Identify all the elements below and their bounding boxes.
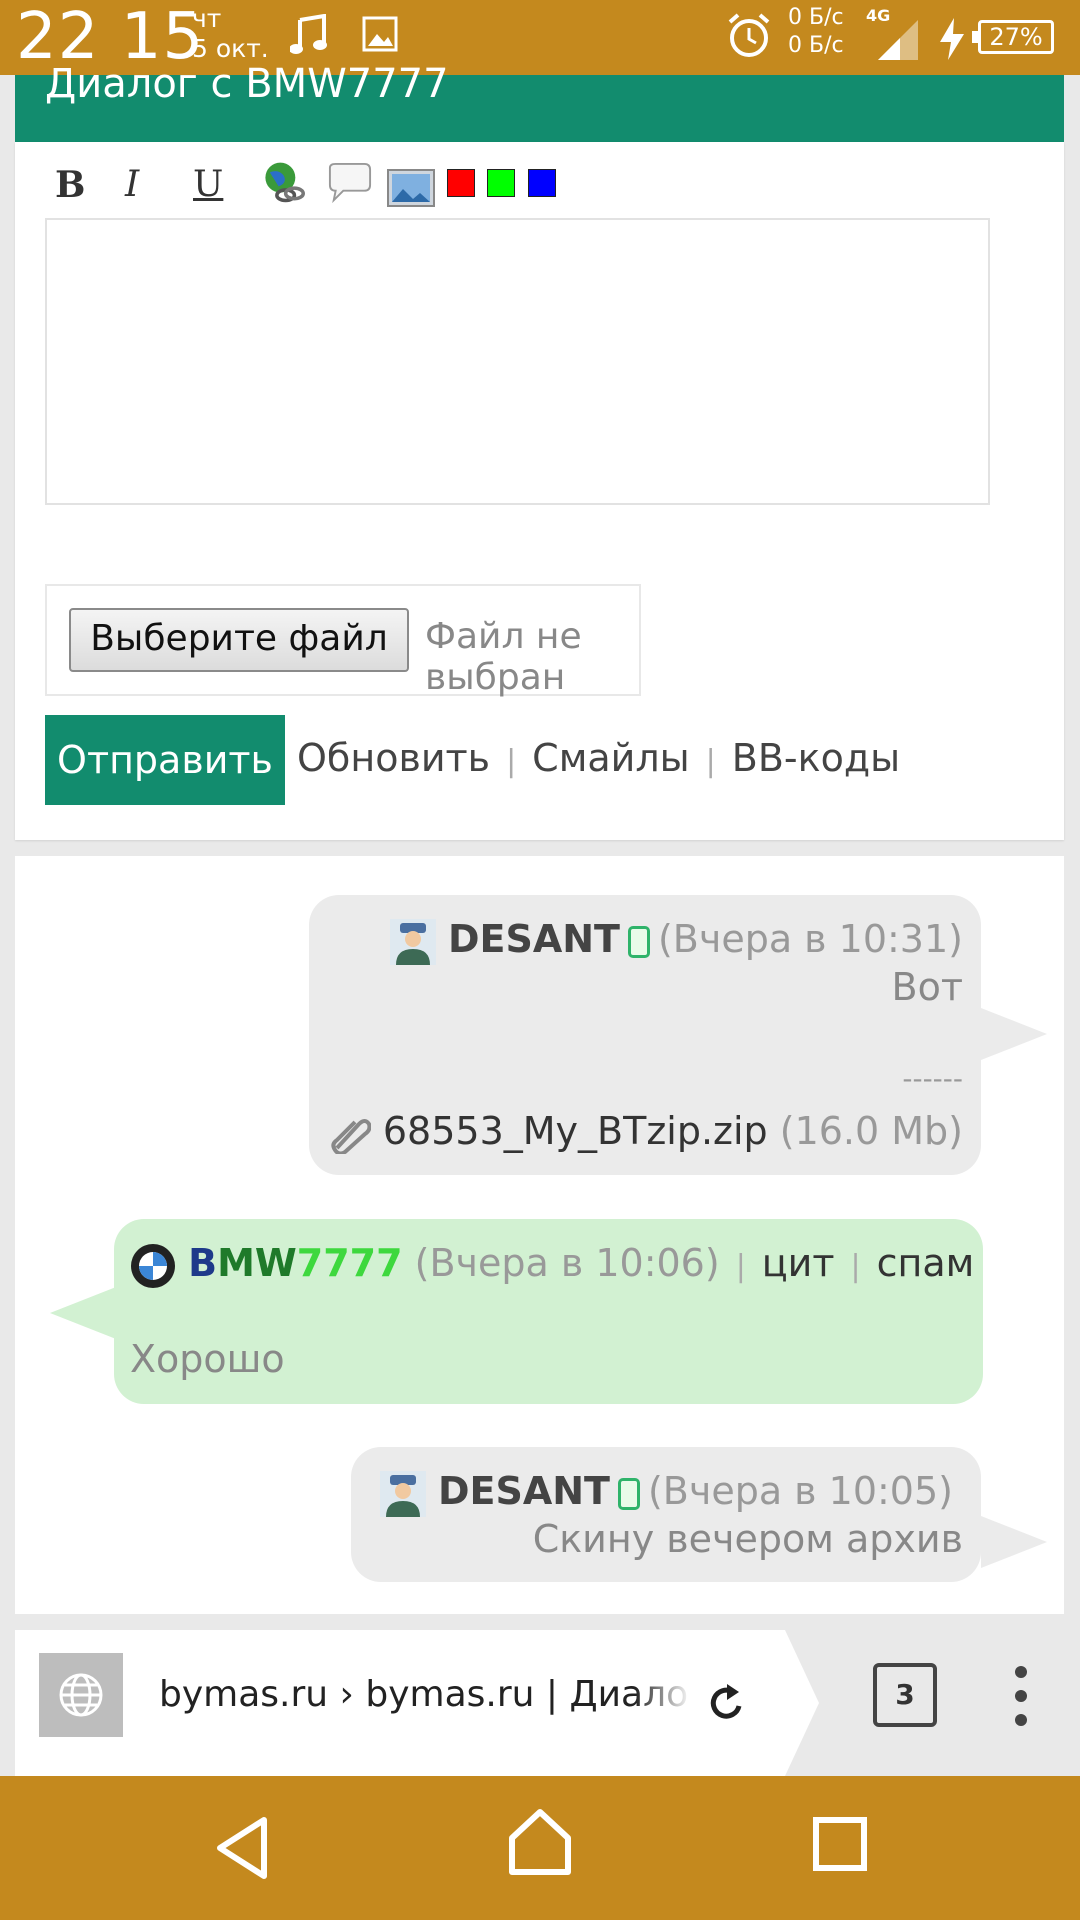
message-text: Скину вечером архив [532,1517,963,1561]
quote-bubble-icon[interactable] [325,162,375,206]
address-bar-arrow [785,1630,819,1776]
url-text[interactable]: bymas.ru › bymas.ru | Диалог с BMW7777 [159,1674,687,1715]
avatar-icon[interactable] [389,918,436,965]
message-text: Вот [891,965,963,1009]
username[interactable]: DESANT [438,1469,610,1513]
reload-icon[interactable] [705,1678,749,1726]
separator: | [850,1249,861,1284]
separator: | [506,744,517,779]
dialog-header: Диалог с BMW7777 [15,61,1064,142]
separator: | [705,744,716,779]
choose-file-button[interactable]: Выберите файл [69,608,409,672]
music-note-icon [290,14,327,54]
username-part[interactable]: MW [217,1241,297,1285]
image-insert-icon[interactable] [387,166,435,210]
bold-button[interactable]: B [55,164,85,208]
message-list: DESANT (Вчера в 10:31) Вот ------ 68553_M… [15,856,1064,1614]
bbcodes-link[interactable]: BB-коды [732,736,900,780]
mobile-icon [627,925,650,958]
color-blue-button[interactable] [528,169,556,197]
bubble-tail [50,1287,116,1339]
avatar-icon[interactable] [379,1470,426,1517]
mobile-icon [617,1477,640,1510]
timestamp: (Вчера в 10:31) [657,917,963,961]
net-up: 0 Б/с [788,5,844,30]
message-bubble: DESANT (Вчера в 10:05) Скину вечером архи… [351,1447,981,1582]
message-header: DESANT (Вчера в 10:05) [379,1467,953,1517]
underline-button[interactable]: U [193,164,223,208]
italic-button[interactable]: I [125,164,139,208]
file-attach-box: Выберите файл Файл не выбран [45,584,641,698]
compose-links: Обновить | Смайлы | BB-коды [297,736,900,780]
username-part[interactable]: B [188,1241,217,1285]
color-red-button[interactable] [447,169,475,197]
message-bubble: DESANT (Вчера в 10:31) Вот ------ 68553_M… [309,895,981,1175]
signature-separator: ------ [902,1062,963,1095]
refresh-link[interactable]: Обновить [297,736,490,780]
timestamp: (Вчера в 10:06) [414,1241,720,1285]
attachment-size: (16.0 Mb) [779,1109,963,1153]
page-title: Диалог с BMW7777 [45,61,449,107]
battery-indicator: 27% [972,20,1054,54]
overflow-menu-icon[interactable] [1013,1664,1029,1728]
attachment-link[interactable]: 68553_My_BTzip.zip [383,1109,768,1153]
charging-icon [940,18,964,60]
message-header: DESANT (Вчера в 10:31) [389,915,963,965]
spam-link[interactable]: спам [877,1241,975,1285]
bubble-tail [981,1008,1047,1060]
color-green-button[interactable] [487,169,515,197]
network-speed: 0 Б/с 0 Б/с [788,4,844,60]
home-icon[interactable] [506,1806,574,1878]
date: чт 5 окт. [192,4,269,64]
message-header: BMW7777 (Вчера в 10:06) | цит | спам [130,1239,974,1291]
message-bubble: BMW7777 (Вчера в 10:06) | цит | спам Хорошо [114,1219,983,1404]
separator: | [735,1249,746,1284]
browser-toolbar: bymas.ru › bymas.ru | Диалог с BMW7777 3 [15,1630,1064,1776]
file-status: Файл не выбран [425,616,582,698]
alarm-icon [728,13,770,57]
username-part[interactable]: 7777 [297,1241,403,1285]
send-button[interactable]: Отправить [45,715,285,805]
compose-form: B I U Выберите файл Файл не выбран Отпра… [15,142,1064,840]
site-info-button[interactable] [39,1653,123,1737]
bmw-logo-icon[interactable] [130,1243,176,1289]
link-icon[interactable] [258,160,308,204]
back-icon[interactable] [210,1812,274,1884]
message-text: Хорошо [130,1337,285,1381]
tab-switcher-button[interactable]: 3 [873,1663,937,1727]
navigation-bar [0,1776,1080,1920]
signal-icon [878,20,918,60]
timestamp: (Вчера в 10:05) [647,1469,953,1513]
url-fade [635,1670,691,1726]
attachment: 68553_My_BTzip.zip (16.0 Mb) [329,1107,963,1155]
day-of-week: чт [192,4,222,33]
recents-icon[interactable] [812,1816,868,1872]
smileys-link[interactable]: Смайлы [532,736,689,780]
image-icon [362,16,398,52]
username[interactable]: DESANT [448,917,620,961]
paperclip-icon [331,1118,371,1154]
quote-link[interactable]: цит [762,1241,835,1285]
net-down: 0 Б/с [788,33,844,58]
message-textarea[interactable] [45,218,990,505]
bubble-tail [981,1516,1047,1568]
globe-icon [59,1673,103,1717]
